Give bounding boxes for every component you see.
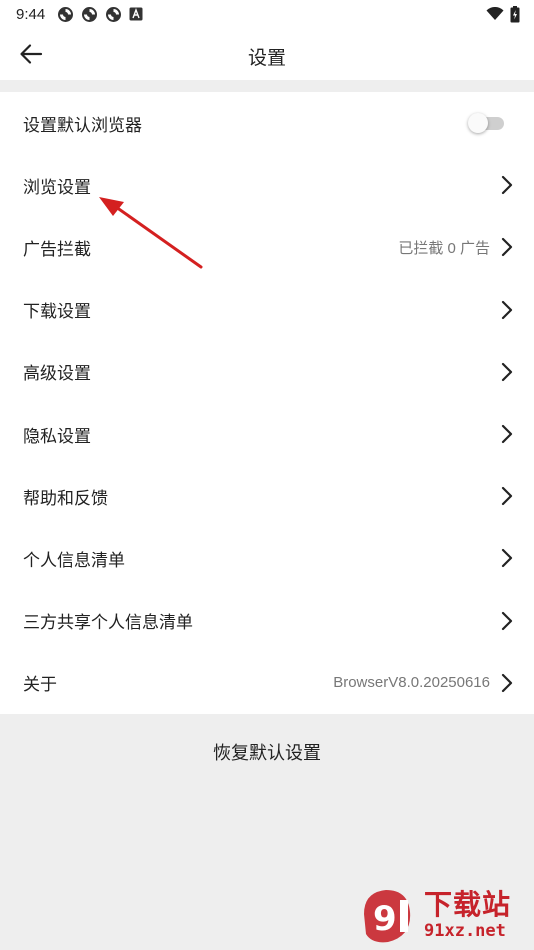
setting-label: 高级设置 [23,364,91,385]
svg-text:9: 9 [373,899,397,939]
setting-label: 帮助和反馈 [23,488,108,509]
sync-icon [82,6,98,22]
setting-label: 关于 [23,675,57,696]
chevron-right-icon [501,176,513,195]
watermark-logo-icon: 9 [364,890,411,943]
setting-label: 三方共享个人信息清单 [23,613,193,634]
battery-icon [510,5,520,22]
chevron-right-icon [501,611,513,630]
setting-ad-block[interactable]: 广告拦截 已拦截 0 广告 [0,216,534,278]
setting-personal-info-list[interactable]: 个人信息清单 [0,527,534,589]
setting-third-party-info-list[interactable]: 三方共享个人信息清单 [0,590,534,652]
setting-default-browser[interactable]: 设置默认浏览器 [0,92,534,154]
system-icons [486,5,520,23]
setting-privacy[interactable]: 隐私设置 [0,403,534,465]
chevron-right-icon [501,300,513,319]
setting-download[interactable]: 下载设置 [0,279,534,341]
setting-label: 广告拦截 [23,239,91,260]
a-letter-icon [129,7,143,21]
setting-label: 下载设置 [23,302,91,323]
chevron-right-icon [501,424,513,444]
default-browser-toggle[interactable] [468,113,506,134]
setting-label: 隐私设置 [23,426,91,447]
page-title: 设置 [247,47,286,69]
chevron-right-icon [501,487,513,506]
app-bar: 设置 [0,28,534,80]
setting-label: 设置默认浏览器 [23,115,142,136]
chevron-right-icon [501,238,513,257]
sync-icon [106,6,122,22]
setting-browse[interactable]: 浏览设置 [0,154,534,216]
chevron-right-icon [501,362,513,381]
chevron-right-icon [501,673,513,692]
setting-help-feedback[interactable]: 帮助和反馈 [0,465,534,527]
ad-block-count: 已拦截 0 广告 [398,239,490,257]
status-bar: 9:44 [0,0,534,28]
status-time: 9:44 [16,5,46,23]
watermark-title: 下载站 [424,888,512,921]
settings-list: 设置默认浏览器 浏览设置 广告拦截 已拦截 0 广告 下载设置 高级设置 隐私设… [0,92,534,714]
app-version: BrowserV8.0.20250616 [333,674,490,692]
site-watermark: 9 下载站 91xz.net [358,884,528,946]
chevron-right-icon [501,549,513,568]
setting-label: 浏览设置 [23,177,91,198]
notification-icons [57,6,143,23]
setting-about[interactable]: 关于 BrowserV8.0.20250616 [0,652,534,714]
section-gap [0,80,534,92]
wifi-icon [486,7,504,20]
setting-label: 个人信息清单 [23,550,125,571]
sync-icon [58,6,74,22]
reset-defaults-button[interactable]: 恢复默认设置 [0,714,534,790]
setting-advanced[interactable]: 高级设置 [0,341,534,403]
watermark-site: 91xz.net [424,921,506,941]
